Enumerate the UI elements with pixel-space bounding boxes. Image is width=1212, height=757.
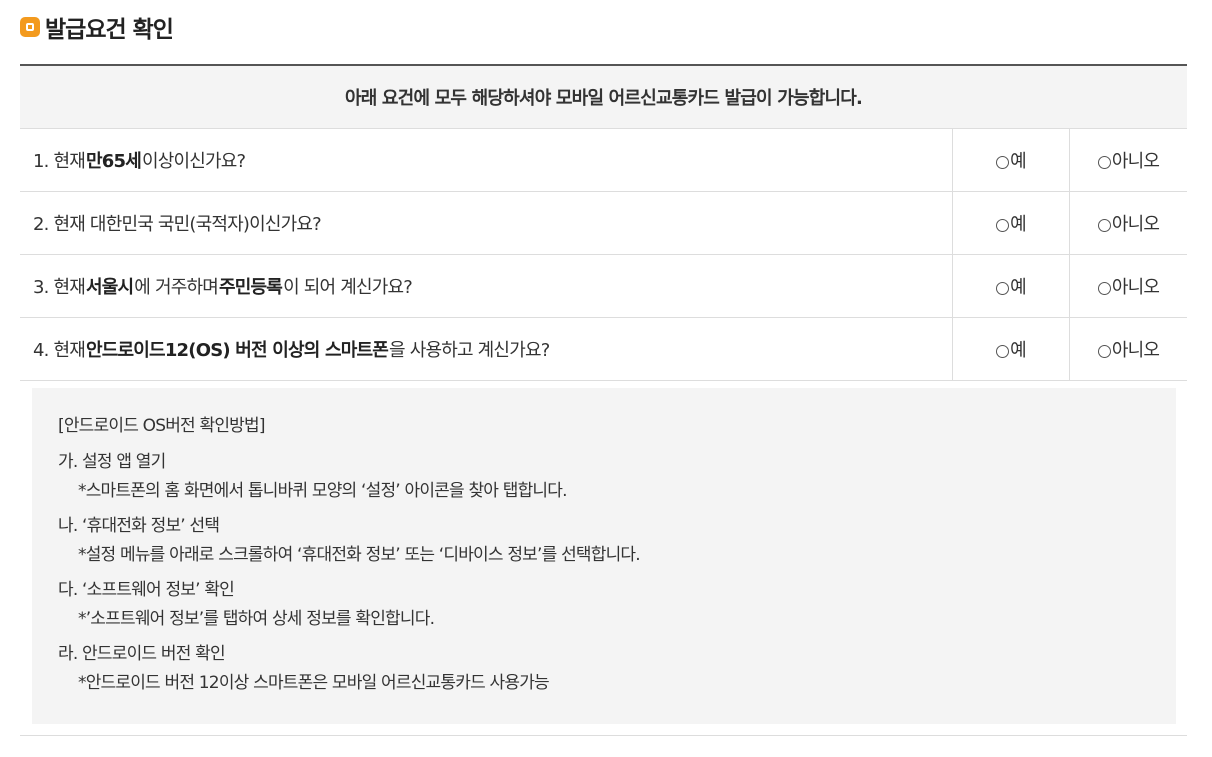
answer-yes-label: 예 [1010, 277, 1027, 298]
question-fragment: 이 되어 계신가요? [283, 277, 413, 298]
answer-yes-label: 예 [1010, 151, 1027, 172]
answer-yes-radio[interactable]: 예 [953, 318, 1070, 380]
answer-no-label: 아니오 [1111, 151, 1160, 172]
section-title: 발급요건 확인 [45, 17, 174, 43]
radio-circle-icon [996, 218, 1010, 232]
question-emphasis: 안드로이드12(OS) 버전 이상의 스마트폰 [86, 340, 389, 361]
question-text: 2. 현재 대한민국 국민(국적자)이신가요? [20, 192, 953, 254]
guide-step: 다. ‘소프트웨어 정보’ 확인 *’소프트웨어 정보’를 탭하여 상세 정보를 … [58, 576, 1176, 634]
guide-step-description: *스마트폰의 홈 화면에서 톱니바퀴 모양의 ‘설정’ 아이콘을 찾아 탭합니다… [78, 481, 568, 501]
guide-step-title: 가. 설정 앱 열기 [58, 452, 166, 472]
question-fragment: 3. 현재 [33, 277, 86, 298]
answer-no-label: 아니오 [1111, 277, 1160, 298]
question-row: 3. 현재 서울시 에 거주하며 주민등록 이 되어 계신가요? 예 아니오 [20, 255, 1187, 318]
answer-no-radio[interactable]: 아니오 [1070, 255, 1187, 317]
guide-step-title: 나. ‘휴대전화 정보’ 선택 [58, 516, 220, 536]
android-version-guide: [안드로이드 OS버전 확인방법] 가. 설정 앱 열기 *스마트폰의 홈 화면에… [32, 388, 1176, 724]
question-emphasis: 만65세 [86, 151, 142, 172]
guide-step-description: *’소프트웨어 정보’를 탭하여 상세 정보를 확인합니다. [78, 609, 435, 629]
answer-no-radio[interactable]: 아니오 [1070, 129, 1187, 191]
guide-step: 가. 설정 앱 열기 *스마트폰의 홈 화면에서 톱니바퀴 모양의 ‘설정’ 아이… [58, 448, 1176, 506]
answer-no-radio[interactable]: 아니오 [1070, 192, 1187, 254]
question-emphasis: 주민등록 [219, 277, 283, 298]
answer-yes-radio[interactable]: 예 [953, 192, 1070, 254]
section-header: 발급요건 확인 [20, 10, 174, 44]
question-row: 1. 현재 만65세 이상이신가요? 예 아니오 [20, 129, 1187, 192]
guide-step-title: 라. 안드로이드 버전 확인 [58, 644, 226, 664]
guide-step-description: *설정 메뉴를 아래로 스크롤하여 ‘휴대전화 정보’ 또는 ‘디바이스 정보’… [78, 545, 641, 565]
question-fragment: 2. 현재 대한민국 국민(국적자)이신가요? [33, 214, 322, 235]
answer-no-radio[interactable]: 아니오 [1070, 318, 1187, 380]
radio-circle-icon [1097, 344, 1111, 358]
question-row: 2. 현재 대한민국 국민(국적자)이신가요? 예 아니오 [20, 192, 1187, 255]
question-fragment: 에 거주하며 [134, 277, 219, 298]
radio-circle-icon [1097, 155, 1111, 169]
question-text: 4. 현재 안드로이드12(OS) 버전 이상의 스마트폰 을 사용하고 계신가요… [20, 318, 953, 380]
question-text: 3. 현재 서울시 에 거주하며 주민등록 이 되어 계신가요? [20, 255, 953, 317]
guide-step-description: *안드로이드 버전 12이상 스마트폰은 모바일 어르신교통카드 사용가능 [78, 673, 550, 693]
guide-step: 나. ‘휴대전화 정보’ 선택 *설정 메뉴를 아래로 스크롤하여 ‘휴대전화 정… [58, 512, 1176, 570]
bullet-icon [20, 17, 40, 37]
question-fragment: 이상이신가요? [141, 151, 246, 172]
answer-yes-radio[interactable]: 예 [953, 129, 1070, 191]
divider [20, 735, 1187, 736]
requirements-table: 아래 요건에 모두 해당하셔야 모바일 어르신교통카드 발급이 가능합니다. 1… [20, 64, 1187, 381]
question-fragment: 4. 현재 [33, 340, 86, 361]
guide-title: [안드로이드 OS버전 확인방법] [58, 416, 265, 436]
radio-circle-icon [1097, 281, 1111, 295]
answer-yes-radio[interactable]: 예 [953, 255, 1070, 317]
guide-step: 라. 안드로이드 버전 확인 *안드로이드 버전 12이상 스마트폰은 모바일 어… [58, 640, 1176, 698]
question-fragment: 1. 현재 [33, 151, 86, 172]
guide-step-title: 다. ‘소프트웨어 정보’ 확인 [58, 580, 235, 600]
radio-circle-icon [996, 344, 1010, 358]
answer-yes-label: 예 [1010, 214, 1027, 235]
question-emphasis: 서울시 [86, 277, 134, 298]
requirements-notice: 아래 요건에 모두 해당하셔야 모바일 어르신교통카드 발급이 가능합니다. [20, 66, 1187, 129]
radio-circle-icon [996, 155, 1010, 169]
answer-no-label: 아니오 [1111, 340, 1160, 361]
answer-no-label: 아니오 [1111, 214, 1160, 235]
question-row: 4. 현재 안드로이드12(OS) 버전 이상의 스마트폰 을 사용하고 계신가요… [20, 318, 1187, 381]
radio-circle-icon [996, 281, 1010, 295]
radio-circle-icon [1097, 218, 1111, 232]
question-fragment: 을 사용하고 계신가요? [389, 340, 550, 361]
answer-yes-label: 예 [1010, 340, 1027, 361]
question-text: 1. 현재 만65세 이상이신가요? [20, 129, 953, 191]
